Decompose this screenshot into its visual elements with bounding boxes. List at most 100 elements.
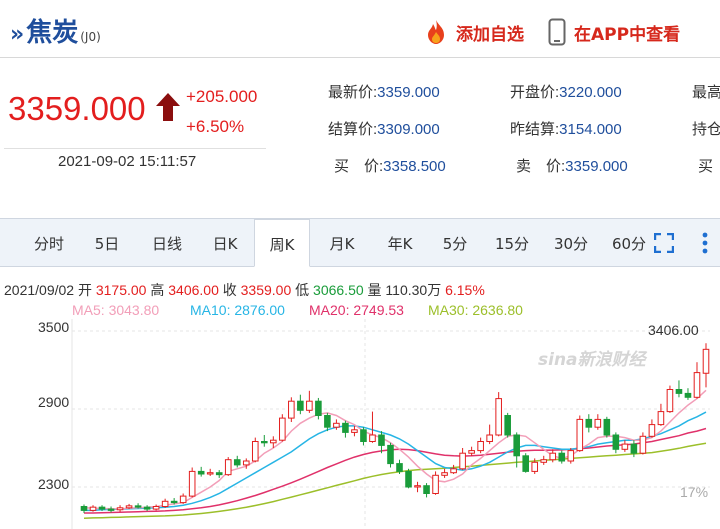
tab-5day[interactable]: 5日 xyxy=(80,219,134,267)
candle-body xyxy=(251,441,259,462)
add-favorite-label: 添加自选 xyxy=(456,24,524,45)
candle-body xyxy=(324,415,331,428)
quote-field-ask: 卖 价:3359.000 xyxy=(516,158,628,175)
candle-info-line: 2021/09/02 开 3175.00 高 3406.00 收 3359.00… xyxy=(4,282,485,298)
quote-time: 2021-09-02 15:11:57 xyxy=(58,153,197,170)
candle-body xyxy=(333,422,340,428)
candle-body xyxy=(405,470,412,488)
y-tick-2900: 2900 xyxy=(38,394,70,410)
candle-body xyxy=(657,411,665,426)
candle-body xyxy=(648,424,656,437)
candle-body xyxy=(125,505,133,509)
flame-icon xyxy=(428,20,444,44)
candle-body xyxy=(80,506,88,511)
title-group: » 焦炭 (J0) xyxy=(10,12,101,49)
candle-body xyxy=(567,450,575,462)
candle-body xyxy=(188,470,196,497)
candle-body xyxy=(306,400,313,411)
candle-body xyxy=(684,392,692,398)
candle-body xyxy=(486,434,493,442)
candle-body xyxy=(513,434,520,457)
tab-5min[interactable]: 5分 xyxy=(430,219,480,267)
candle-body xyxy=(594,418,602,428)
tab-60min[interactable]: 60分 xyxy=(600,219,658,267)
tab-yearly-k[interactable]: 年K xyxy=(372,219,428,267)
candle-body xyxy=(495,398,502,436)
candle-body xyxy=(423,485,430,494)
tab-daily-line[interactable]: 日线 xyxy=(138,219,196,267)
add-favorite-button[interactable]: 添加自选 xyxy=(422,18,524,46)
candle-body xyxy=(432,474,439,495)
up-arrow-icon xyxy=(156,93,180,121)
tab-15min[interactable]: 15分 xyxy=(484,219,540,267)
phone-icon xyxy=(548,18,566,46)
candle-body xyxy=(242,460,250,466)
chart-panel: 分时 5日 日线 日K 周K 月K 年K 5分 15分 30分 60分 2021… xyxy=(0,218,720,529)
candle-body xyxy=(134,505,142,508)
quote-field-settle: 结算价:3309.000 xyxy=(328,121,440,138)
pct-marker: 17% xyxy=(680,484,709,500)
candle-body xyxy=(666,389,674,413)
candle-body xyxy=(522,455,530,472)
fullscreen-icon[interactable] xyxy=(654,233,674,253)
candle-body xyxy=(360,429,367,443)
candle-body xyxy=(396,463,403,472)
candle-open: 3175.00 xyxy=(95,282,147,298)
candle-body xyxy=(378,434,385,446)
candle-body xyxy=(693,372,701,398)
candle-body xyxy=(387,444,394,465)
candle-body xyxy=(170,500,178,504)
ma30-line xyxy=(83,442,707,519)
period-tabs: 分时 5日 日线 日K 周K 月K 年K 5分 15分 30分 60分 xyxy=(0,219,720,267)
sina-watermark: sina新浪财经 xyxy=(538,350,646,370)
quote-divider xyxy=(4,148,266,149)
y-tick-2300: 2300 xyxy=(38,476,70,492)
candle-body xyxy=(224,459,232,476)
candle-body xyxy=(612,434,620,450)
candle-body xyxy=(450,468,457,474)
candle-body xyxy=(260,441,268,444)
ma20-label: MA20: 2749.53 xyxy=(309,302,404,318)
double-chevron-icon: » xyxy=(10,22,25,47)
candle-body xyxy=(576,418,584,452)
candle-body xyxy=(468,450,475,454)
candle-body xyxy=(98,506,106,510)
candle-body xyxy=(143,506,151,510)
candle-pct: 6.15% xyxy=(445,282,485,298)
tab-monthly-k[interactable]: 月K xyxy=(314,219,370,267)
candle-body xyxy=(369,434,376,442)
quote-field-position: 持仓 xyxy=(692,121,720,138)
contract-code: (J0) xyxy=(80,30,101,44)
candle-body xyxy=(233,459,241,466)
candle-body xyxy=(630,443,638,454)
quote-field-bid-vol: 买 xyxy=(698,158,714,175)
price-change: +205.000 xyxy=(186,87,258,106)
candle-body xyxy=(116,507,124,511)
candle-body xyxy=(702,348,710,374)
page-title: 焦炭 xyxy=(26,18,79,48)
candle-body xyxy=(459,452,466,470)
open-app-label: 在APP中查看 xyxy=(574,24,681,45)
quote-field-bid: 买 价:3358.500 xyxy=(334,158,446,175)
more-vertical-icon[interactable] xyxy=(698,231,712,255)
candle-body xyxy=(297,400,304,411)
tab-weekly-k[interactable]: 周K xyxy=(254,219,310,267)
candle-body xyxy=(288,400,295,419)
tab-30min[interactable]: 30分 xyxy=(543,219,599,267)
quote-field-prev-settle: 昨结算:3154.000 xyxy=(510,121,622,138)
candle-body xyxy=(161,500,169,508)
ma30-label: MA30: 2636.80 xyxy=(428,302,523,318)
candle-body xyxy=(477,441,484,452)
tab-daily-k[interactable]: 日K xyxy=(198,219,252,267)
candle-body xyxy=(621,443,629,450)
open-app-button[interactable]: 在APP中查看 xyxy=(548,18,680,46)
candle-body xyxy=(531,461,539,472)
candle-body xyxy=(441,472,448,476)
candle-body xyxy=(549,452,557,461)
candle-body xyxy=(603,418,611,436)
quote-field-latest: 最新价:3359.000 xyxy=(328,84,440,101)
candle-body xyxy=(414,485,421,488)
high-marker-label: 3406.00 xyxy=(648,322,699,338)
tab-timeshare[interactable]: 分时 xyxy=(22,219,76,267)
candle-close: 3359.00 xyxy=(240,282,292,298)
